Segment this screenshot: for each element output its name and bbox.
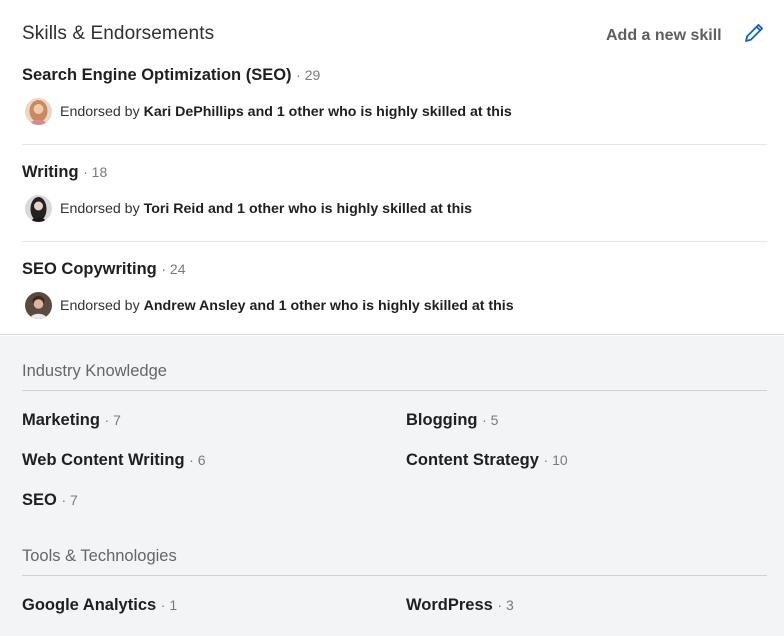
skill-name[interactable]: Web Content Writing [22, 451, 185, 469]
other-skills-panel: Industry Knowledge Marketing · 7 Bloggin… [0, 336, 784, 636]
endorsement-count[interactable]: · 1 [161, 597, 177, 613]
skill-title: SEO Copywriting · 24 [22, 260, 767, 279]
endorsement-row: Endorsed by Tori Reid and 1 other who is… [22, 195, 472, 222]
divider [22, 575, 767, 576]
endorsement-row: Endorsed by Andrew Ansley and 1 other wh… [22, 292, 514, 319]
skill-title: Writing · 18 [22, 163, 767, 182]
avatar[interactable] [25, 292, 52, 319]
endorsement-text: Endorsed by Andrew Ansley and 1 other wh… [60, 298, 514, 314]
endorser-link[interactable]: Kari DePhillips and 1 other who is highl… [144, 104, 512, 120]
endorsement-count[interactable]: · 24 [161, 261, 185, 277]
endorsement-count[interactable]: · 7 [61, 492, 77, 508]
skill-name[interactable]: Blogging [406, 411, 477, 429]
endorsement-text: Endorsed by Tori Reid and 1 other who is… [60, 201, 472, 217]
skill-name[interactable]: WordPress [406, 596, 493, 614]
tools-technologies-title: Tools & Technologies [22, 547, 177, 565]
edit-pencil-icon[interactable] [742, 21, 766, 45]
divider [22, 241, 767, 242]
skill-name[interactable]: Google Analytics [22, 596, 156, 614]
endorsed-by-label: Endorsed by [60, 297, 144, 314]
skill-item[interactable]: Web Content Writing · 6 [22, 451, 205, 470]
avatar[interactable] [25, 98, 52, 125]
endorsement-text: Endorsed by Kari DePhillips and 1 other … [60, 104, 512, 120]
skill-name[interactable]: SEO Copywriting [22, 260, 157, 278]
skill-item[interactable]: Writing · 18 Endorsed by Tori Reid and 1… [22, 163, 767, 222]
section-title: Skills & Endorsements [22, 23, 215, 44]
skill-name[interactable]: Marketing [22, 411, 100, 429]
endorsement-count[interactable]: · 3 [497, 597, 513, 613]
skill-name[interactable]: Writing [22, 163, 79, 181]
endorsement-count[interactable]: · 29 [296, 67, 320, 83]
divider [22, 390, 767, 391]
endorsement-count[interactable]: · 10 [544, 452, 568, 468]
skill-item[interactable]: Blogging · 5 [406, 411, 498, 430]
endorser-link[interactable]: Andrew Ansley and 1 other who is highly … [144, 298, 514, 314]
skill-item[interactable]: Google Analytics · 1 [22, 596, 177, 615]
endorsement-count[interactable]: · 7 [105, 412, 121, 428]
endorsement-count[interactable]: · 5 [482, 412, 498, 428]
add-new-skill-button[interactable]: Add a new skill [606, 27, 722, 45]
endorsement-count[interactable]: · 6 [189, 452, 205, 468]
skill-item[interactable]: WordPress · 3 [406, 596, 514, 615]
skill-item[interactable]: Marketing · 7 [22, 411, 121, 430]
skill-item[interactable]: SEO Copywriting · 24 Endorsed by Andrew … [22, 260, 767, 319]
endorser-link[interactable]: Tori Reid and 1 other who is highly skil… [144, 201, 472, 217]
skill-name[interactable]: SEO [22, 491, 57, 509]
divider [22, 144, 767, 145]
top-skills-card: Skills & Endorsements Add a new skill Se… [0, 0, 784, 335]
skill-item[interactable]: Content Strategy · 10 [406, 451, 568, 470]
endorsed-by-label: Endorsed by [60, 200, 144, 217]
skill-name[interactable]: Search Engine Optimization (SEO) [22, 66, 292, 84]
avatar[interactable] [25, 195, 52, 222]
endorsement-row: Endorsed by Kari DePhillips and 1 other … [22, 98, 512, 125]
skill-name[interactable]: Content Strategy [406, 451, 539, 469]
endorsement-count[interactable]: · 18 [83, 164, 107, 180]
skill-title: Search Engine Optimization (SEO) · 29 [22, 66, 767, 85]
skill-item[interactable]: Search Engine Optimization (SEO) · 29 En… [22, 66, 767, 125]
endorsed-by-label: Endorsed by [60, 103, 144, 120]
industry-knowledge-title: Industry Knowledge [22, 362, 167, 380]
skill-item[interactable]: SEO · 7 [22, 491, 78, 510]
